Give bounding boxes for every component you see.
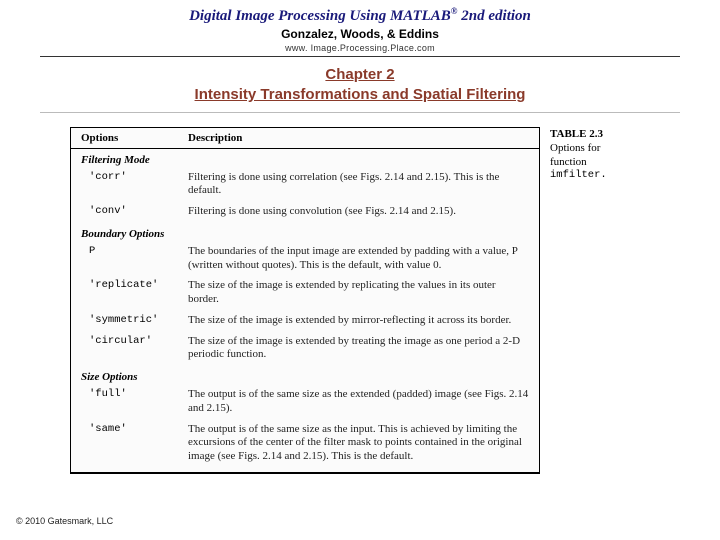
copyright: © 2010 Gatesmark, LLC <box>16 516 113 526</box>
table-row: 'conv' Filtering is done using convoluti… <box>71 202 539 223</box>
caption-number: TABLE 2.3 <box>550 127 660 141</box>
chapter-line2: Intensity Transformations and Spatial Fi… <box>0 85 720 105</box>
desc-full: The output is of the same size as the ex… <box>186 387 539 418</box>
authors: Gonzalez, Woods, & Eddins <box>0 27 720 41</box>
desc-conv: Filtering is done using convolution (see… <box>186 204 539 221</box>
table-caption: TABLE 2.3 Options for function imfilter. <box>550 127 660 184</box>
desc-corr: Filtering is done using correlation (see… <box>186 170 539 201</box>
chapter-heading: Chapter 2 Intensity Transformations and … <box>0 65 720 106</box>
title-pre: Digital Image Processing Using MATLAB <box>189 8 451 24</box>
table-row: 'corr' Filtering is done using correlati… <box>71 168 539 203</box>
opt-corr: 'corr' <box>71 170 186 201</box>
page-header: Digital Image Processing Using MATLAB® 2… <box>0 0 720 53</box>
opt-replicate: 'replicate' <box>71 278 186 309</box>
opt-same: 'same' <box>71 422 186 466</box>
caption-line2: function <box>550 155 660 169</box>
desc-symmetric: The size of the image is extended by mir… <box>186 313 539 330</box>
desc-p: The boundaries of the input image are ex… <box>186 244 539 275</box>
th-options: Options <box>71 128 186 148</box>
table-row: 'symmetric' The size of the image is ext… <box>71 311 539 332</box>
opt-full: 'full' <box>71 387 186 418</box>
th-description: Description <box>186 128 539 148</box>
table-header-row: Options Description <box>71 128 539 149</box>
desc-circular: The size of the image is extended by tre… <box>186 334 539 365</box>
section-filtering: Filtering Mode <box>71 149 539 168</box>
section-size: Size Options <box>71 366 539 385</box>
title-sup: ® <box>451 6 458 16</box>
content-area: Options Description Filtering Mode 'corr… <box>70 127 670 474</box>
opt-p: P <box>71 244 186 275</box>
desc-replicate: The size of the image is extended by rep… <box>186 278 539 309</box>
table-row: 'replicate' The size of the image is ext… <box>71 276 539 311</box>
opt-symmetric: 'symmetric' <box>71 313 186 330</box>
options-table: Options Description Filtering Mode 'corr… <box>70 127 540 474</box>
table-row: P The boundaries of the input image are … <box>71 242 539 277</box>
title-post: 2nd edition <box>458 8 531 24</box>
chapter-line1: Chapter 2 <box>0 65 720 85</box>
section-boundary: Boundary Options <box>71 223 539 242</box>
desc-same: The output is of the same size as the in… <box>186 422 539 466</box>
divider-sub <box>40 112 680 113</box>
book-title: Digital Image Processing Using MATLAB® 2… <box>0 6 720 25</box>
table-row: 'full' The output is of the same size as… <box>71 385 539 420</box>
opt-conv: 'conv' <box>71 204 186 221</box>
caption-line1: Options for <box>550 141 660 155</box>
opt-circular: 'circular' <box>71 334 186 365</box>
caption-func: imfilter. <box>550 169 660 183</box>
table-row: 'same' The output is of the same size as… <box>71 420 539 468</box>
divider-top <box>40 56 680 57</box>
table-bottom-rule <box>71 472 539 473</box>
table-row: 'circular' The size of the image is exte… <box>71 332 539 367</box>
website: www. Image.Processing.Place.com <box>0 43 720 53</box>
